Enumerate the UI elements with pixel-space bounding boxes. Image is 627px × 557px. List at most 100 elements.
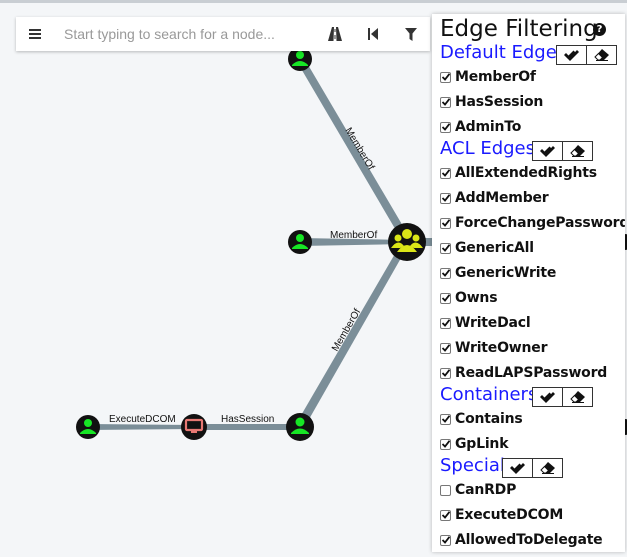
edge-filtering-panel: Edge Filtering ? Default Edges MemberOf Ha… [432,14,625,552]
filter-item-genericwrite[interactable]: GenericWrite [440,263,556,283]
section-button-group [532,387,593,407]
checkmark-icon [441,344,450,352]
filter-button[interactable] [392,17,430,51]
filter-item-executedcom[interactable]: ExecuteDCOM [440,505,563,525]
filter-item-label: AllExtendedRights [455,165,597,181]
checkmark-icon [441,294,450,302]
filter-item-canrdp[interactable]: CanRDP [440,480,516,500]
filter-item-label: ReadLAPSPassword [455,365,608,381]
clear-all-button[interactable] [562,387,593,407]
checkmark-icon [441,511,450,519]
checkbox[interactable] [440,292,451,304]
question-circle-icon[interactable]: ? [593,23,606,36]
user-node-left[interactable] [76,415,100,439]
checkmark-icon [441,319,450,327]
filter-item-hassession[interactable]: HasSession [440,92,543,112]
checkbox[interactable] [440,96,451,108]
filter-item-label: ExecuteDCOM [455,507,564,523]
checkbox[interactable] [440,413,451,425]
filter-item-label: HasSession [455,94,544,110]
checkmark-icon [441,269,450,277]
road-icon [328,27,342,41]
checkbox[interactable] [440,367,451,379]
back-button[interactable] [354,17,392,51]
checkmark-icon [441,369,450,377]
user-node-middle[interactable] [288,230,312,254]
checkbox[interactable] [440,192,451,204]
search-bar [16,17,430,51]
checkmark-icon [441,219,450,227]
user-icon [295,417,305,427]
filter-item-allowedtodelegate[interactable]: AllowedToDelegate [440,530,603,550]
checkbox[interactable] [440,217,451,229]
filter-item-label: MemberOf [455,69,536,85]
menu-button[interactable] [16,17,54,51]
checkmark-icon [441,169,450,177]
check-all-button[interactable] [556,45,587,65]
clear-all-button[interactable] [586,45,617,65]
top-border [0,0,627,3]
edge-memberof-1[interactable] [296,58,410,244]
filter-item-label: AdminTo [455,119,522,135]
checkbox[interactable] [440,242,451,254]
checkbox[interactable] [440,121,451,133]
checkmark-icon [441,244,450,252]
filter-item-allextendedrights[interactable]: AllExtendedRights [440,163,597,183]
checkbox[interactable] [440,509,451,521]
check-double-icon [540,145,555,157]
eraser-icon [594,49,609,61]
node-search-input[interactable] [54,17,316,51]
clear-all-button[interactable] [532,458,563,478]
user-icon [296,51,304,59]
filter-item-label: WriteDacl [455,315,531,331]
filter-item-label: AddMember [455,190,549,206]
computer-node[interactable] [181,414,207,440]
checkbox[interactable] [440,71,451,83]
check-all-button[interactable] [502,458,533,478]
filter-item-memberof[interactable]: MemberOf [440,67,536,87]
filter-item-label: WriteOwner [455,340,548,356]
filter-item-label: Contains [455,411,523,427]
user-icon [84,419,92,427]
filter-item-adminto[interactable]: AdminTo [440,117,521,137]
checkbox[interactable] [440,267,451,279]
checkmark-icon [441,415,450,423]
check-double-icon [564,49,579,61]
checkmark-icon [441,440,450,448]
filter-item-label: GenericAll [455,240,534,256]
pathfinding-button[interactable] [316,17,354,51]
filter-item-readlapspassword[interactable]: ReadLAPSPassword [440,363,607,383]
check-all-button[interactable] [532,387,563,407]
checkbox[interactable] [440,534,451,546]
check-double-icon [540,391,555,403]
group-node[interactable] [388,223,426,261]
checkmark-icon [441,536,450,544]
filter-item-owns[interactable]: Owns [440,288,498,308]
checkbox[interactable] [440,342,451,354]
checkbox[interactable] [440,438,451,450]
user-node-bottom[interactable] [286,413,314,441]
filter-item-label: CanRDP [455,482,517,498]
filter-item-contains[interactable]: Contains [440,409,523,429]
clear-all-button[interactable] [562,141,593,161]
edge-memberof-3[interactable] [296,240,409,428]
step-backward-icon [368,28,378,40]
filter-item-label: Owns [455,290,498,306]
checkbox[interactable] [440,167,451,179]
filter-item-writeowner[interactable]: WriteOwner [440,338,547,358]
eraser-icon [540,462,555,474]
checkbox[interactable] [440,484,451,496]
filter-item-genericall[interactable]: GenericAll [440,238,534,258]
check-all-button[interactable] [532,141,563,161]
checkbox[interactable] [440,317,451,329]
checkmark-icon [441,123,450,131]
filter-item-gplink[interactable]: GpLink [440,434,509,454]
check-double-icon [510,462,525,474]
filter-item-addmember[interactable]: AddMember [440,188,549,208]
eraser-icon [570,391,585,403]
section-button-group [532,141,593,161]
section-title-2: Containers [440,384,538,405]
checkmark-icon [441,98,450,106]
filter-item-writedacl[interactable]: WriteDacl [440,313,531,333]
filter-item-forcechangepassword[interactable]: ForceChangePassword [440,213,625,233]
